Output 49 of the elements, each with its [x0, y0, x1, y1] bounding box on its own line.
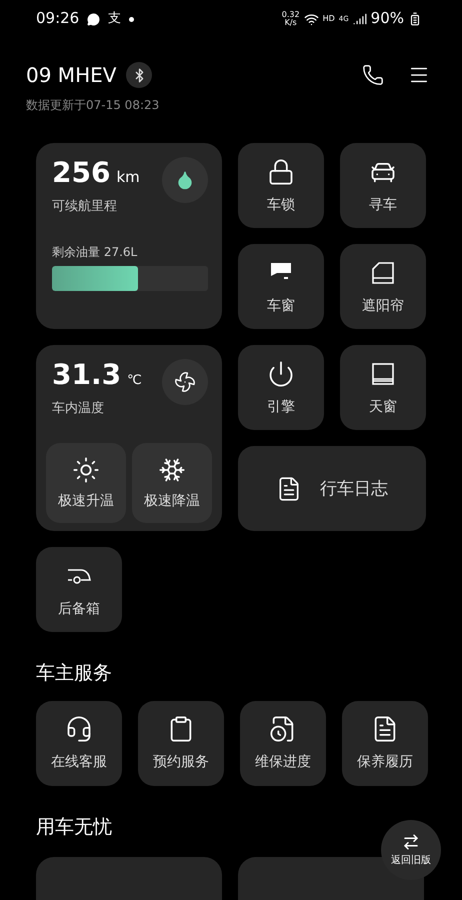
range-label: 可续航里程: [52, 199, 117, 214]
temperature-label: 车内温度: [52, 401, 104, 416]
service-tile[interactable]: 维保进度: [240, 700, 326, 786]
snowflake-icon: [158, 456, 186, 484]
drive-log-button[interactable]: 行车日志: [238, 446, 426, 531]
control-tile[interactable]: 遮阳帘: [340, 244, 426, 329]
service-tile[interactable]: 在线客服: [36, 700, 122, 786]
update-time: 数据更新于07-15 08:23: [26, 98, 160, 112]
phone-icon[interactable]: [362, 64, 384, 86]
control-tile[interactable]: 车窗: [238, 244, 324, 329]
fan-button[interactable]: [162, 359, 208, 405]
battery-percent: 90%: [370, 10, 404, 28]
bluetooth-button[interactable]: [126, 62, 152, 88]
chat-icon: [87, 12, 100, 26]
battery-icon: [408, 12, 422, 26]
signal-icon: [352, 12, 367, 26]
vehicle-name: 09 MHEV: [26, 64, 116, 86]
control-tile[interactable]: 引擎: [238, 345, 324, 430]
sun-icon: [72, 456, 100, 484]
control-tile[interactable]: 天窗: [340, 345, 426, 430]
temperature-unit: ℃: [127, 374, 142, 389]
service-tile[interactable]: 保养履历: [342, 700, 428, 786]
notification-dot-icon: [129, 16, 134, 22]
climate-action-button[interactable]: 极速降温: [132, 443, 212, 523]
service-tile[interactable]: 预约服务: [138, 700, 224, 786]
headset-icon: [65, 715, 93, 744]
climate-card[interactable]: 31.3 ℃ 车内温度 极速升温 极速降温: [36, 345, 222, 531]
range-card[interactable]: 256 km 可续航里程 剩余油量 27.6L: [36, 143, 222, 329]
network-speed: 0.32 K/s: [282, 11, 300, 27]
fuel-button[interactable]: [162, 157, 208, 203]
hd-label: HD: [322, 14, 335, 24]
status-app-glyph: 支: [108, 12, 122, 26]
clock-time: 09:26: [36, 10, 80, 28]
fuel-label: 剩余油量 27.6L: [52, 245, 138, 260]
wifi-icon: [304, 12, 319, 26]
control-tile[interactable]: 车锁: [238, 143, 324, 228]
range-unit: km: [116, 169, 140, 186]
power-icon: [267, 360, 295, 388]
range-value: 256: [52, 157, 110, 190]
trunk-tile[interactable]: 后备箱: [36, 547, 122, 632]
section-title: 车主服务: [36, 662, 112, 684]
temperature-value: 31.3: [52, 359, 122, 392]
lock-icon: [267, 158, 295, 186]
swap-arrows-icon: [402, 833, 420, 851]
climate-action-button[interactable]: 极速升温: [46, 443, 126, 523]
control-tile[interactable]: 寻车: [340, 143, 426, 228]
fan-icon: [174, 371, 196, 393]
section-title: 用车无忧: [36, 816, 112, 838]
switch-version-button[interactable]: 返回旧版: [381, 820, 441, 880]
